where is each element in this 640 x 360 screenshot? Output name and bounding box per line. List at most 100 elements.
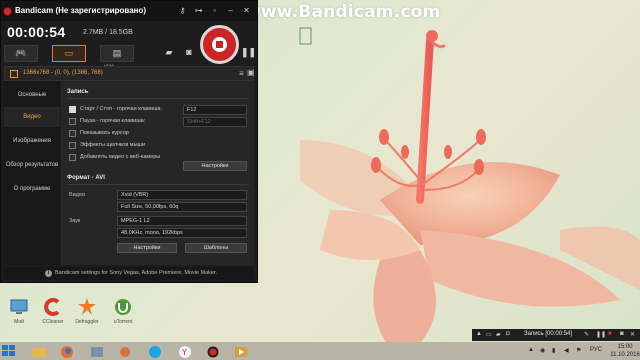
desktop-icon-label: uTorrent xyxy=(113,319,133,325)
sidebar-item-video[interactable]: Видео xyxy=(4,107,60,127)
app-icon xyxy=(120,347,130,357)
pencil-icon[interactable]: ✎ xyxy=(584,331,589,338)
rectangle-mode-button[interactable]: ▭ xyxy=(52,45,86,62)
taskbar-app-1[interactable] xyxy=(90,345,104,357)
mini-record-status: Запись [00:00:54] xyxy=(524,331,573,337)
region-bar[interactable]: 1366x768 - (0, 0), (1366, 768) ≡ ▣ xyxy=(4,66,255,81)
video-codec-field: Xvid (VBR) xyxy=(117,190,247,200)
screenshot-button[interactable]: ◙ xyxy=(182,45,196,62)
mode-toolbar: 🎮 ▭ ▤ ▰ ◙ xyxy=(4,45,198,63)
pause-icon[interactable]: ❚❚ xyxy=(596,331,606,338)
maximize-icon[interactable]: ▣ xyxy=(247,68,255,77)
taskbar-firefox[interactable] xyxy=(60,345,74,358)
hdmi-icon: ▤ xyxy=(112,48,122,58)
volume-icon[interactable]: ◀ xyxy=(564,347,569,354)
desktop-icon-label: Defraggler xyxy=(75,319,99,325)
record-section-title: Запись xyxy=(67,89,89,95)
sidebar-item-about[interactable]: О программе xyxy=(4,179,60,199)
pause-button[interactable]: ❚❚ xyxy=(241,47,256,59)
desktop-icon-label: Мой xyxy=(14,319,24,325)
info-icon: i xyxy=(45,270,52,277)
audio-codec-field: MPEG-1 L2 xyxy=(117,216,247,226)
sidebar-item-general[interactable]: Основные xyxy=(4,85,60,105)
divider xyxy=(67,98,249,99)
taskbar-app-2[interactable] xyxy=(118,345,132,357)
title-bar[interactable]: Bandicam (Не зарегистрировано) ⚷ ⊶ ▫ – ✕ xyxy=(1,1,257,21)
checkbox[interactable] xyxy=(69,130,76,137)
taskbar-bandicam[interactable] xyxy=(206,345,220,358)
taskbar: Y ▲ ◉ ▮ ◀ ⚑ РУС 15:00 11.10.2016 xyxy=(0,342,640,360)
bandicam-icon xyxy=(207,346,219,358)
checkbox[interactable] xyxy=(69,142,76,149)
file-size: 2.7MB / 18.5GB xyxy=(83,29,133,36)
option-label: Пауза - горячая клавиша: xyxy=(80,118,146,124)
close-icon[interactable]: ✕ xyxy=(630,331,635,338)
tray-app-icon[interactable]: ◉ xyxy=(540,347,545,354)
flag-icon[interactable]: ⚑ xyxy=(576,347,581,354)
hdmi-mode-button[interactable]: ▤ xyxy=(100,45,134,62)
game-mode-button[interactable]: 🎮 xyxy=(4,45,38,62)
desktop-icon-defraggler[interactable]: Defraggler xyxy=(70,297,104,325)
desktop-icon-ccleaner[interactable]: CCleaner xyxy=(36,297,70,325)
format-section-title: Формат - AVI xyxy=(67,175,105,181)
divider xyxy=(67,184,249,185)
option-label: Старт / Стоп - горячая клавиша: xyxy=(80,106,162,112)
key-icon[interactable]: ⚷ xyxy=(177,5,188,16)
rectangle-mode-icon[interactable]: ▭ xyxy=(486,331,492,338)
video-settings-panel: Запись Старт / Стоп - горячая клавиша: F… xyxy=(61,81,254,265)
utorrent-icon xyxy=(113,297,133,317)
sidebar-item-output[interactable]: Обзор результатов xyxy=(4,155,60,175)
pause-hotkey-field[interactable]: Shift+F12 xyxy=(183,117,247,127)
taskbar-explorer[interactable] xyxy=(32,345,46,357)
sound-icon[interactable]: ⊶ xyxy=(193,5,204,16)
minimize-to-tray-icon[interactable]: ▫ xyxy=(209,5,220,16)
format-settings-button[interactable]: Настройки xyxy=(117,243,177,253)
screen-rectangle-icon: ▭ xyxy=(64,48,74,58)
arrow-up-icon[interactable]: ▲ xyxy=(476,331,482,337)
sidebar-item-images[interactable]: Изображения xyxy=(4,131,60,151)
minimize-icon[interactable]: – xyxy=(225,5,236,16)
footer-bar[interactable]: i Bandicam settings for Sony Vegas, Adob… xyxy=(4,267,254,280)
checkbox[interactable] xyxy=(69,106,76,113)
record-settings-button[interactable]: Настройки xyxy=(183,161,247,171)
option-label: Показывать курсор xyxy=(80,130,129,136)
start-stop-hotkey-field[interactable]: F12 xyxy=(183,105,247,115)
folder-icon xyxy=(32,348,46,357)
computer-icon xyxy=(9,297,29,317)
bandicam-logo-icon xyxy=(3,7,12,16)
network-icon[interactable]: ▮ xyxy=(552,347,555,354)
record-time: 00:00:54 xyxy=(7,24,66,40)
bandicam-window: Bandicam (Не зарегистрировано) ⚷ ⊶ ▫ – ✕… xyxy=(0,0,258,283)
checkbox[interactable] xyxy=(69,154,76,161)
desktop-icon-computer[interactable]: Мой xyxy=(2,297,36,325)
language-indicator[interactable]: РУС xyxy=(590,347,602,353)
gamepad-icon[interactable]: ◘ xyxy=(506,331,510,337)
taskbar-media-player[interactable] xyxy=(234,345,248,357)
menu-icon[interactable]: ≡ xyxy=(239,69,244,78)
close-icon[interactable]: ✕ xyxy=(241,5,252,16)
stop-icon[interactable]: ■ xyxy=(608,331,612,337)
clock[interactable]: 15:00 11.10.2016 xyxy=(610,343,640,359)
camera-icon[interactable]: ◙ xyxy=(620,331,624,337)
svg-text:Y: Y xyxy=(181,348,187,357)
checkbox[interactable] xyxy=(69,118,76,125)
tray-expand-icon[interactable]: ▲ xyxy=(528,347,534,353)
stop-icon xyxy=(216,41,223,48)
audio-label: Звук xyxy=(69,218,81,224)
folder-icon[interactable]: ▰ xyxy=(496,331,501,338)
taskbar-yandex-browser[interactable]: Y xyxy=(178,345,192,358)
desktop-icon-utorrent[interactable]: uTorrent xyxy=(106,297,140,325)
clock-time: 15:00 xyxy=(617,344,633,350)
region-checkbox[interactable] xyxy=(10,70,18,78)
templates-button[interactable]: Шаблоны xyxy=(185,243,247,253)
window-title: Bandicam (Не зарегистрировано) xyxy=(15,6,147,15)
option-label: Добавлять видео с веб-камеры xyxy=(80,154,161,160)
desktop-icon-label: CCleaner xyxy=(42,319,64,325)
media-player-icon xyxy=(235,347,247,357)
windows-start-icon[interactable] xyxy=(2,345,15,357)
bandicam-mini-bar[interactable]: ▲ ▭ ▰ ◘ Запись [00:00:54] ✎ ❚❚ ■ ◙ ✕ xyxy=(472,329,640,341)
folder-button[interactable]: ▰ xyxy=(162,45,176,62)
bandicam-watermark: www.Bandicam.com xyxy=(245,2,441,22)
taskbar-skype[interactable] xyxy=(148,345,162,358)
record-stop-button[interactable] xyxy=(200,25,239,64)
